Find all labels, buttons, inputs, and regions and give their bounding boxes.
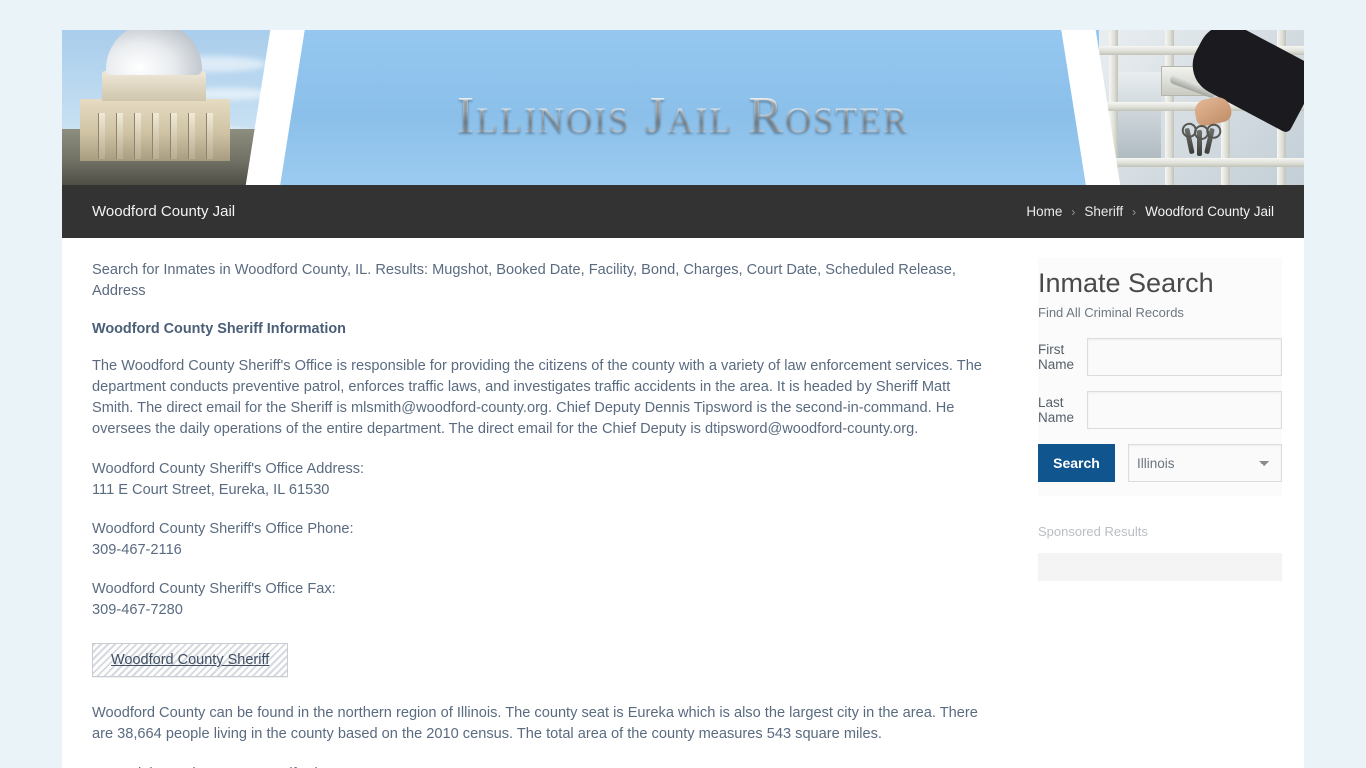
woodford-county-sheriff-button[interactable]: Woodford County Sheriff bbox=[92, 643, 289, 677]
office-fax-block: Woodford County Sheriff's Office Fax: 30… bbox=[92, 579, 994, 621]
search-button[interactable]: Search bbox=[1038, 444, 1115, 482]
office-phone-block: Woodford County Sheriff's Office Phone: … bbox=[92, 519, 994, 561]
last-name-row: Last Name bbox=[1038, 391, 1282, 429]
first-name-input[interactable] bbox=[1087, 338, 1282, 376]
office-address-value: 111 E Court Street, Eureka, IL 61530 bbox=[92, 482, 330, 498]
chevron-right-icon: › bbox=[1132, 204, 1137, 219]
inmate-search-title: Inmate Search bbox=[1038, 268, 1214, 298]
office-address-block: Woodford County Sheriff's Office Address… bbox=[92, 459, 994, 501]
breadcrumb-item-current: Woodford County Jail bbox=[1145, 204, 1274, 219]
inmate-search-panel: Inmate Search Find All Criminal Records … bbox=[1038, 258, 1282, 496]
jail-bar-horizontal bbox=[1099, 158, 1304, 167]
last-name-input[interactable] bbox=[1087, 391, 1282, 429]
last-name-label: Last Name bbox=[1038, 395, 1075, 425]
county-info-text: Woodford County can be found in the nort… bbox=[92, 705, 978, 742]
breadcrumb: Home › Sheriff › Woodford County Jail bbox=[1026, 204, 1274, 219]
inmate-search-subtitle: Find All Criminal Records bbox=[1038, 305, 1184, 320]
sheriff-info-heading: Woodford County Sheriff Information bbox=[92, 321, 346, 337]
sponsored-results-label: Sponsored Results bbox=[1038, 524, 1148, 539]
first-name-row: First Name bbox=[1038, 338, 1282, 376]
intro-text: Search for Inmates in Woodford County, I… bbox=[92, 262, 956, 299]
capitol-dome bbox=[106, 30, 202, 75]
main-content: Search for Inmates in Woodford County, I… bbox=[62, 238, 1024, 768]
banner-title: Illinois Jail Roster bbox=[62, 86, 1304, 145]
crime-rate-text: 2018 Violent Crime Rate Woodford: 65 bbox=[92, 764, 994, 768]
office-phone-label: Woodford County Sheriff's Office Phone: bbox=[92, 521, 354, 537]
page-container: Illinois Jail Roster Woodford County Jai… bbox=[62, 30, 1304, 768]
office-address-label: Woodford County Sheriff's Office Address… bbox=[92, 461, 365, 477]
search-action-row: Search Illinois bbox=[1038, 444, 1282, 482]
sidebar: Inmate Search Find All Criminal Records … bbox=[1024, 238, 1304, 768]
state-select[interactable]: Illinois bbox=[1128, 444, 1282, 482]
chevron-right-icon: › bbox=[1071, 204, 1076, 219]
first-name-label: First Name bbox=[1038, 342, 1075, 372]
office-phone-value: 309-467-2116 bbox=[92, 542, 182, 558]
breadcrumb-item-home[interactable]: Home bbox=[1026, 204, 1062, 219]
office-fax-label: Woodford County Sheriff's Office Fax: bbox=[92, 581, 336, 597]
breadcrumb-item-sheriff[interactable]: Sheriff bbox=[1084, 204, 1123, 219]
page-title: Woodford County Jail bbox=[92, 203, 236, 220]
body-wrapper: Search for Inmates in Woodford County, I… bbox=[62, 238, 1304, 768]
sheriff-description: The Woodford County Sheriff's Office is … bbox=[92, 358, 982, 437]
sponsored-ad-slot bbox=[1038, 553, 1282, 581]
office-fax-value: 309-467-7280 bbox=[92, 602, 183, 618]
breadcrumb-bar: Woodford County Jail Home › Sheriff › Wo… bbox=[62, 185, 1304, 238]
site-banner: Illinois Jail Roster bbox=[62, 30, 1304, 185]
